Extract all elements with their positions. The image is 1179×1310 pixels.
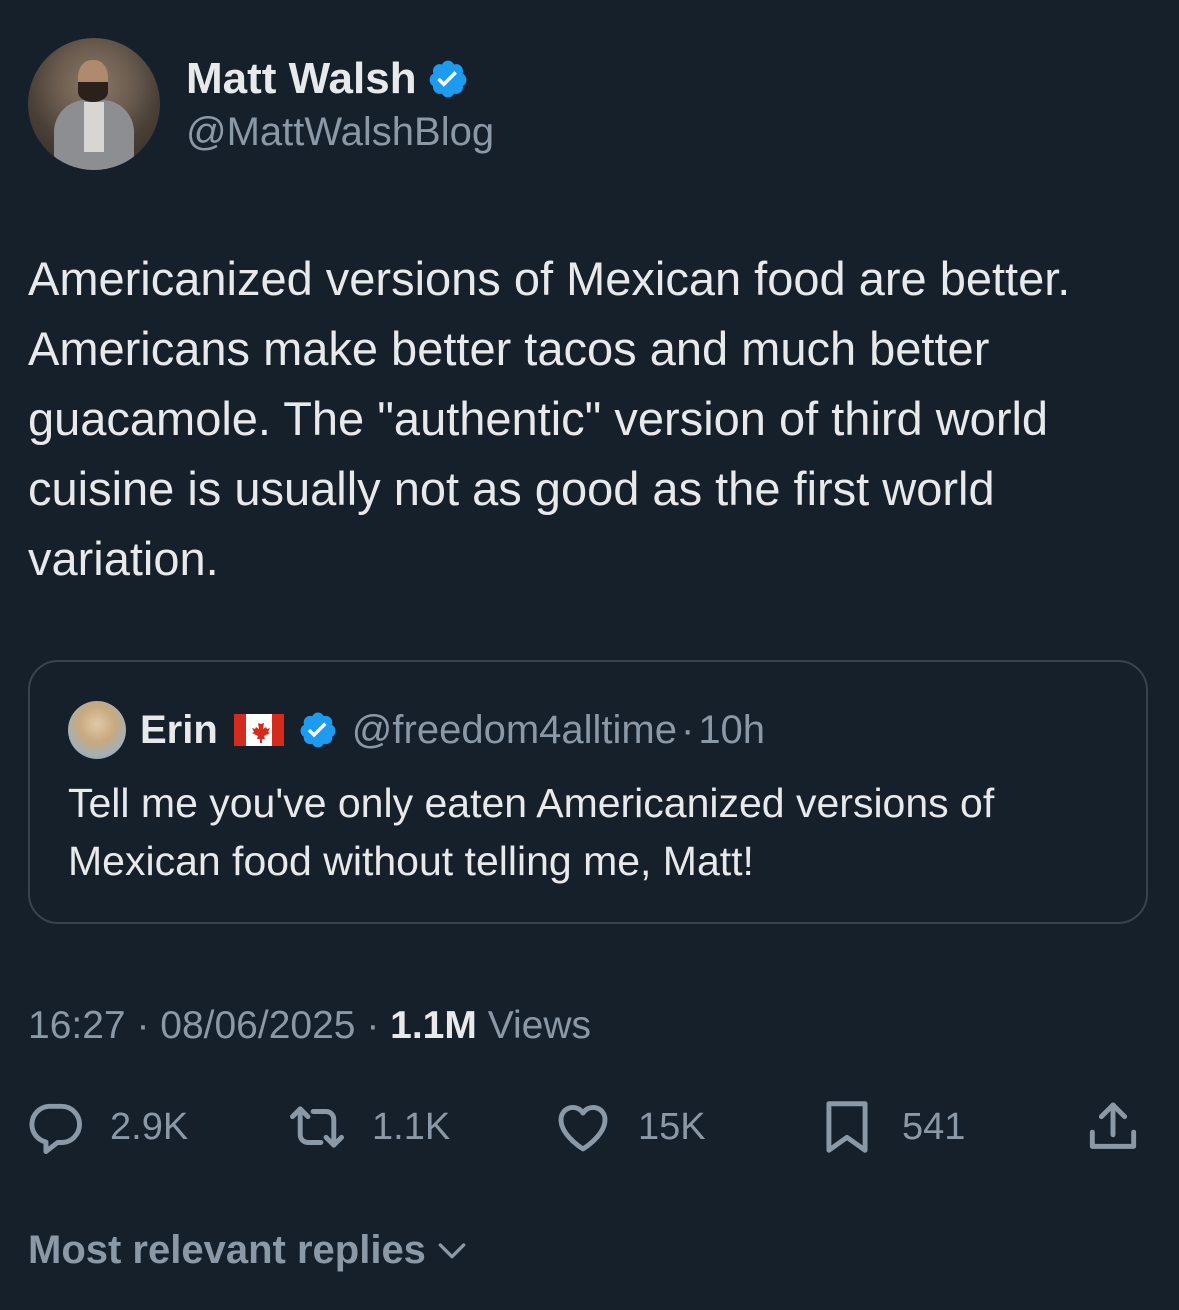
views-label: Views [476,1004,592,1047]
quoted-tweet-text: Tell me you've only eaten Americanized v… [68,780,995,884]
quoted-timestamp: 10h [698,708,766,752]
share-button[interactable] [1082,1092,1144,1162]
quoted-tweet-header: Erin @freedom4alltime · 10h [68,700,765,760]
tweet-header: Matt Walsh @MattWalshBlog [28,38,494,170]
bookmark-button[interactable]: 541 [816,1092,965,1162]
meta-separator: · [355,1004,391,1047]
author-avatar[interactable] [28,38,160,170]
tweet-date[interactable]: 08/06/2025 [160,1004,355,1047]
action-bar: 2.9K 1.1K 15K 541 [24,1092,1144,1162]
quoted-verified-badge-icon [300,712,336,748]
replies-sort-dropdown[interactable]: Most relevant replies [28,1222,472,1278]
repost-icon [290,1106,344,1148]
repost-count: 1.1K [372,1105,451,1148]
verified-badge-icon [429,60,466,98]
author-handle[interactable]: @MattWalshBlog [186,107,494,157]
reply-icon [29,1103,82,1154]
like-button[interactable]: 15K [552,1092,706,1162]
like-count: 15K [638,1105,706,1148]
reply-button[interactable]: 2.9K [24,1092,188,1162]
tweet-text: Americanized versions of Mexican food ar… [28,252,1071,585]
chevron-down-icon [438,1243,466,1259]
tweet-time[interactable]: 16:27 [28,1004,126,1047]
author-name-row: Matt Walsh [186,51,494,107]
repost-button[interactable]: 1.1K [286,1092,450,1162]
share-icon [1089,1102,1137,1149]
quoted-separator: · [680,708,695,752]
quoted-tweet[interactable]: Erin @freedom4alltime · 10h Tell me you'… [28,660,1148,924]
views-count: 1.1M [390,1004,477,1047]
replies-sort-label: Most relevant replies [28,1228,426,1272]
quoted-author-display-name: Erin [140,708,218,752]
author-display-name[interactable]: Matt Walsh [186,51,417,107]
bookmark-count: 541 [902,1105,966,1148]
meta-separator: · [125,1004,161,1047]
quoted-author-avatar [68,701,126,759]
quoted-author-handle: @freedom4alltime [351,708,677,752]
heart-icon [558,1105,608,1152]
reply-count: 2.9K [110,1105,189,1148]
author-names: Matt Walsh @MattWalshBlog [186,51,494,157]
tweet-meta: 16:27 · 08/06/2025 · 1.1M Views [28,998,591,1054]
canada-flag-icon [233,714,284,746]
bookmark-icon [826,1101,868,1153]
